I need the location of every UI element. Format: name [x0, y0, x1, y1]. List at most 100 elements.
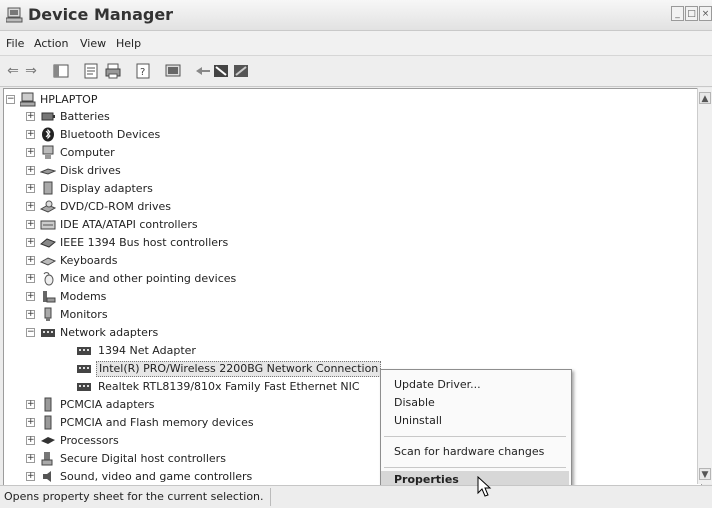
disable-device-icon[interactable]: [212, 62, 230, 80]
tree-child-label-selected: Intel(R) PRO/Wireless 2200BG Network Con…: [96, 361, 382, 377]
menu-bar: File Action View Help: [0, 31, 712, 56]
tree-item-pcmcia-adapters[interactable]: + PCMCIA adapters: [26, 396, 326, 413]
expand-toggle[interactable]: +: [26, 112, 35, 121]
collapse-toggle[interactable]: −: [6, 95, 15, 104]
toolbar: ⇐ ⇒ ?: [0, 56, 712, 87]
tree-item-ieee1394[interactable]: + IEEE 1394 Bus host controllers: [26, 234, 326, 251]
status-divider: [270, 488, 271, 506]
show-hide-console-tree-icon[interactable]: [52, 62, 70, 80]
tree-item-mice[interactable]: + Mice and other pointing devices: [26, 270, 326, 287]
expand-toggle[interactable]: +: [26, 436, 35, 445]
back-arrow-icon[interactable]: ⇐: [4, 62, 22, 80]
close-button[interactable]: ×: [699, 6, 712, 21]
processor-icon: [41, 437, 55, 444]
device-manager-window: Device Manager _ □ × File Action View He…: [0, 0, 712, 508]
tree-item-disk-drives[interactable]: + Disk drives: [26, 162, 326, 179]
tree-item-batteries[interactable]: + Batteries: [26, 108, 326, 125]
minimize-button[interactable]: _: [671, 6, 684, 21]
tree-item-keyboards[interactable]: + Keyboards: [26, 252, 326, 269]
tree-item-processors[interactable]: + Processors: [26, 432, 326, 449]
maximize-button[interactable]: □: [685, 6, 698, 21]
tree-item-label: Mice and other pointing devices: [60, 272, 237, 285]
expand-toggle[interactable]: +: [26, 292, 35, 301]
monitor-icon: [44, 307, 52, 321]
properties-icon[interactable]: [82, 62, 100, 80]
menu-help[interactable]: Help: [116, 37, 141, 50]
tree-item-computer[interactable]: + Computer: [26, 144, 326, 161]
tree-child-1394-net-adapter[interactable]: 1394 Net Adapter: [76, 342, 376, 359]
tree-item-display-adapters[interactable]: + Display adapters: [26, 180, 326, 197]
expand-toggle[interactable]: +: [26, 202, 35, 211]
menu-file[interactable]: File: [6, 37, 24, 50]
menu-view[interactable]: View: [80, 37, 106, 50]
scroll-up-icon[interactable]: ▲: [699, 92, 711, 104]
expand-toggle[interactable]: +: [26, 238, 35, 247]
keyboard-icon: [40, 257, 56, 266]
menu-item-update-driver[interactable]: Update Driver...: [381, 376, 569, 394]
scroll-down-icon[interactable]: ▼: [699, 468, 711, 480]
context-menu: Update Driver... Disable Uninstall Scan …: [380, 369, 572, 494]
tree-item-modems[interactable]: + Modems: [26, 288, 326, 305]
menu-item-uninstall[interactable]: Uninstall: [381, 412, 569, 430]
tree-child-intel-wireless[interactable]: Intel(R) PRO/Wireless 2200BG Network Con…: [76, 360, 386, 377]
tree-item-network-adapters[interactable]: − Network adapters: [26, 324, 326, 341]
tree-child-label: Realtek RTL8139/810x Family Fast Etherne…: [98, 380, 360, 393]
tree-item-label: Batteries: [60, 110, 110, 123]
update-driver-icon[interactable]: [194, 62, 212, 80]
network-adapter-icon: [77, 383, 91, 391]
expand-toggle[interactable]: +: [26, 148, 35, 157]
tree-item-label: Display adapters: [60, 182, 153, 195]
tree-item-bluetooth[interactable]: + Bluetooth Devices: [26, 126, 326, 143]
tree-item-monitors[interactable]: + Monitors: [26, 306, 326, 323]
tree-item-sd-host[interactable]: + Secure Digital host controllers: [26, 450, 326, 467]
collapse-toggle[interactable]: −: [26, 328, 35, 337]
print-icon[interactable]: [104, 62, 122, 80]
vertical-scrollbar[interactable]: ▲ ▼: [697, 88, 712, 484]
menu-item-disable[interactable]: Disable: [381, 394, 569, 412]
display-adapter-icon: [43, 181, 53, 195]
mouse-icon: [43, 272, 54, 286]
expand-toggle[interactable]: +: [26, 130, 35, 139]
menu-action[interactable]: Action: [34, 37, 68, 50]
expand-toggle[interactable]: +: [26, 220, 35, 229]
expand-toggle[interactable]: +: [26, 454, 35, 463]
tree-item-ide-controllers[interactable]: + IDE ATA/ATAPI controllers: [26, 216, 326, 233]
network-adapter-icon: [41, 329, 55, 337]
tree-child-label: 1394 Net Adapter: [98, 344, 196, 357]
dvd-drive-icon: [40, 200, 56, 213]
expand-toggle[interactable]: +: [26, 472, 35, 481]
scan-hardware-icon[interactable]: [164, 62, 182, 80]
tree-item-label: PCMCIA adapters: [60, 398, 155, 411]
disk-drive-icon: [40, 168, 56, 175]
status-text: Opens property sheet for the current sel…: [4, 490, 264, 503]
expand-toggle[interactable]: +: [26, 310, 35, 319]
tree-item-pcmcia-flash[interactable]: + PCMCIA and Flash memory devices: [26, 414, 326, 431]
tree-item-label: Processors: [60, 434, 119, 447]
help-icon[interactable]: ?: [134, 62, 152, 80]
expand-toggle[interactable]: +: [26, 418, 35, 427]
menu-item-scan-hardware[interactable]: Scan for hardware changes: [381, 443, 569, 461]
expand-toggle[interactable]: +: [26, 166, 35, 175]
tree-child-realtek-nic[interactable]: Realtek RTL8139/810x Family Fast Etherne…: [76, 378, 376, 395]
expand-toggle[interactable]: +: [26, 184, 35, 193]
tree-item-dvd-drives[interactable]: + DVD/CD-ROM drives: [26, 198, 326, 215]
forward-arrow-icon[interactable]: ⇒: [22, 62, 40, 80]
sound-icon: [43, 471, 51, 482]
menu-separator: [384, 436, 566, 437]
svg-text:?: ?: [140, 67, 145, 78]
expand-toggle[interactable]: +: [26, 400, 35, 409]
status-bar: Opens property sheet for the current sel…: [0, 485, 712, 508]
title-bar[interactable]: Device Manager _ □ ×: [0, 0, 712, 31]
tree-item-sound[interactable]: + Sound, video and game controllers: [26, 468, 326, 485]
tree-root[interactable]: − HPLAPTOP: [6, 91, 306, 108]
tree-item-label: Modems: [60, 290, 107, 303]
expand-toggle[interactable]: +: [26, 274, 35, 283]
modem-icon: [43, 291, 56, 303]
ieee1394-icon: [40, 238, 56, 248]
tree-item-label: DVD/CD-ROM drives: [60, 200, 171, 213]
tree-item-label: Computer: [60, 146, 115, 159]
tree-item-label: IDE ATA/ATAPI controllers: [60, 218, 198, 231]
expand-toggle[interactable]: +: [26, 256, 35, 265]
window-title: Device Manager: [28, 5, 174, 24]
uninstall-device-icon[interactable]: [232, 62, 250, 80]
